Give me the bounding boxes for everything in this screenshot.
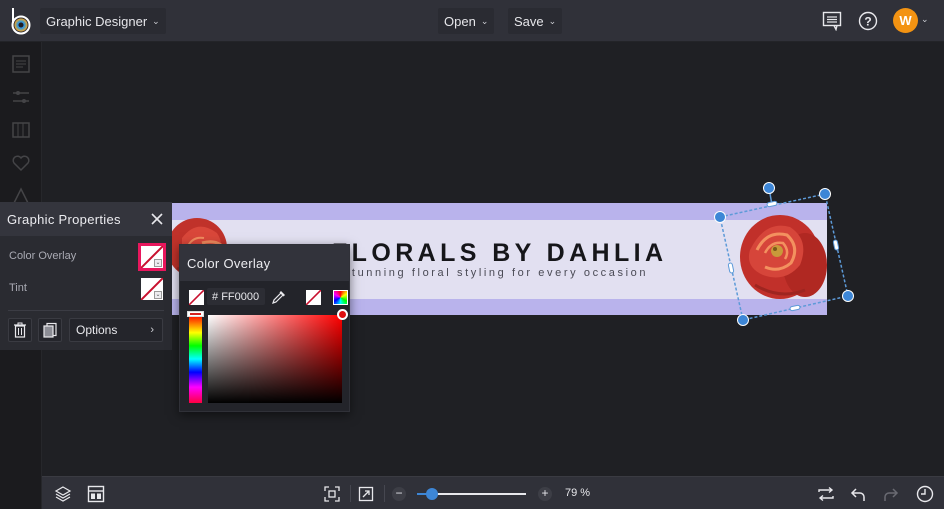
rose-graphic-right[interactable] — [735, 205, 830, 315]
separator — [350, 485, 351, 502]
tint-swatch[interactable]: ⌄ — [141, 278, 163, 300]
close-icon — [151, 213, 163, 225]
graphic-properties-panel: Graphic Properties Color Overlay ⌄ Tint … — [0, 202, 172, 350]
transparent-swatch[interactable] — [306, 290, 321, 305]
svg-text:?: ? — [864, 15, 871, 29]
open-dropdown[interactable]: Open ⌄ — [438, 8, 495, 34]
chevron-down-icon: ⌄ — [154, 291, 162, 299]
trash-icon — [14, 322, 26, 338]
banner-subtitle[interactable]: Stunning floral styling for every occasi… — [342, 267, 648, 279]
chevron-down-icon: ⌄ — [152, 15, 160, 26]
mode-label: Graphic Designer — [46, 13, 148, 29]
separator — [384, 485, 385, 502]
hex-value: FF0000 — [221, 290, 260, 303]
hue-slider-handle[interactable] — [187, 311, 204, 317]
save-label: Save — [514, 13, 544, 29]
layers-icon — [54, 486, 72, 502]
divider — [8, 310, 164, 311]
zoom-slider[interactable] — [417, 488, 526, 500]
zoom-slider-thumb[interactable] — [426, 488, 439, 500]
app-logo[interactable] — [10, 7, 32, 35]
clock-icon — [916, 485, 934, 503]
undo-button[interactable] — [848, 484, 868, 504]
color-overlay-picker: Color Overlay # FF0000 — [179, 244, 350, 412]
banner-title[interactable]: FLORALS BY DAHLIA — [332, 239, 667, 268]
picker-title: Color Overlay — [187, 255, 271, 271]
delete-button[interactable] — [8, 318, 32, 342]
panel-header: Graphic Properties — [0, 202, 172, 236]
flip-button[interactable] — [816, 484, 836, 504]
redo-icon — [884, 488, 899, 501]
chevron-down-icon: ⌄ — [154, 259, 162, 267]
top-bar: Graphic Designer ⌄ Open ⌄ Save ⌄ ? W ⌄ — [0, 0, 944, 42]
help-icon: ? — [858, 11, 878, 31]
hex-input[interactable]: # FF0000 — [207, 288, 265, 305]
options-label: Options — [76, 323, 118, 337]
picker-header: Color Overlay — [180, 245, 349, 281]
swap-arrows-icon — [818, 486, 834, 502]
no-color-icon — [189, 290, 204, 305]
color-overlay-label: Color Overlay — [9, 250, 77, 262]
eyedropper-icon — [272, 291, 285, 304]
layers-button[interactable] — [53, 484, 73, 504]
comments-button[interactable] — [820, 9, 844, 33]
chevron-down-icon: ⌄ — [548, 15, 557, 26]
history-button[interactable] — [915, 484, 935, 504]
close-button[interactable] — [148, 210, 166, 228]
hue-slider[interactable] — [189, 315, 202, 403]
favorite-icon[interactable] — [11, 153, 31, 173]
expand-icon — [358, 486, 374, 502]
zoom-level: 79 % — [565, 487, 591, 499]
fit-to-screen-button[interactable] — [322, 484, 342, 504]
panel-title: Graphic Properties — [7, 211, 121, 227]
no-color-icon — [306, 290, 321, 305]
options-button[interactable]: Options › — [69, 318, 163, 342]
help-button[interactable]: ? — [856, 9, 880, 33]
bottom-toolbar: − + 79 % — [42, 476, 944, 509]
comment-icon — [822, 11, 842, 31]
zoom-out-button[interactable]: − — [392, 487, 406, 501]
color-picker-handle[interactable] — [337, 309, 348, 320]
duplicate-button[interactable] — [38, 318, 62, 342]
eyedropper-button[interactable] — [271, 289, 287, 305]
fit-screen-icon — [324, 486, 340, 502]
chevron-right-icon: › — [150, 324, 154, 336]
chevron-down-icon[interactable]: ⌄ — [921, 14, 929, 25]
text-icon[interactable] — [11, 54, 31, 74]
hash-symbol: # — [212, 290, 219, 303]
duplicate-icon — [43, 322, 57, 338]
color-overlay-swatch[interactable]: ⌄ — [138, 243, 166, 271]
redo-button[interactable] — [881, 484, 901, 504]
saturation-value-area[interactable] — [208, 315, 342, 403]
zoom-in-button[interactable]: + — [538, 487, 552, 501]
layout-icon — [87, 485, 105, 503]
templates-button[interactable] — [86, 484, 106, 504]
tint-label: Tint — [9, 282, 27, 294]
chevron-down-icon: ⌄ — [480, 15, 489, 26]
adjust-icon[interactable] — [11, 87, 31, 107]
undo-icon — [850, 488, 865, 501]
open-label: Open — [444, 13, 476, 29]
mode-dropdown[interactable]: Graphic Designer ⌄ — [40, 8, 166, 34]
color-spectrum-button[interactable] — [333, 290, 348, 305]
user-avatar[interactable]: W — [893, 8, 918, 33]
no-color-button[interactable] — [189, 290, 204, 305]
library-icon[interactable] — [11, 120, 31, 140]
save-dropdown[interactable]: Save ⌄ — [508, 8, 563, 34]
expand-button[interactable] — [356, 484, 376, 504]
